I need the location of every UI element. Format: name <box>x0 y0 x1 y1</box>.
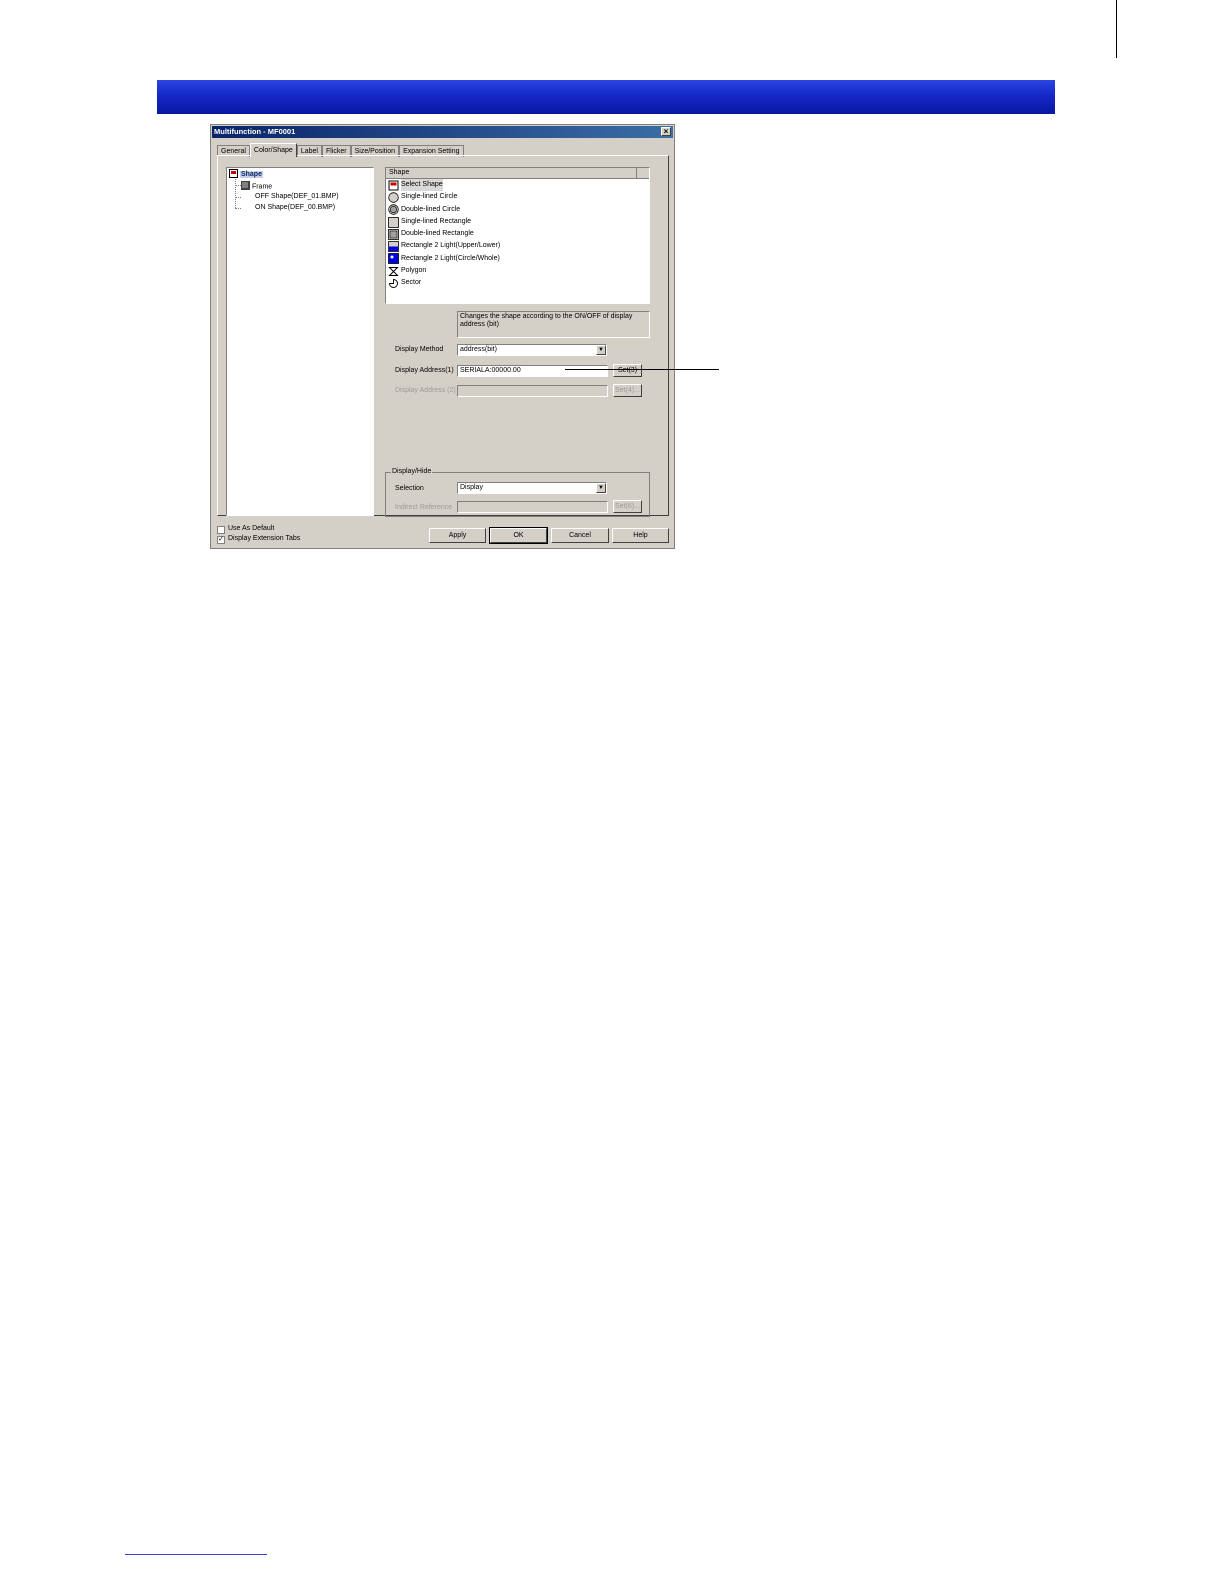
shape-listbox[interactable]: Shape Select Shape Single-lined Circle D… <box>385 167 650 304</box>
list-item-label: Sector <box>401 279 422 287</box>
indirect-reference-input[interactable] <box>457 501 608 513</box>
list-item-label: Polygon <box>401 267 427 275</box>
list-item[interactable]: Single-lined Circle <box>386 191 649 203</box>
display-method-label: Display Method <box>395 346 444 353</box>
list-item-label: Single-lined Rectangle <box>401 217 472 225</box>
list-item-label: Rectangle 2 Light(Upper/Lower) <box>401 242 501 250</box>
footer-rule <box>125 1554 267 1555</box>
select-shape-icon <box>388 180 399 191</box>
list-item[interactable]: Rectangle 2 Light(Circle/Whole) <box>386 253 649 265</box>
tree-connector <box>235 197 241 198</box>
display-extension-tabs-checkbox[interactable]: ✓ <box>217 536 225 544</box>
list-item[interactable]: Sector <box>386 277 649 289</box>
close-icon: × <box>663 127 669 136</box>
list-item[interactable]: Rectangle 2 Light(Upper/Lower) <box>386 240 649 253</box>
double-rectangle-icon <box>388 228 399 240</box>
display-method-value: address(bit) <box>460 346 497 353</box>
ok-button[interactable]: OK <box>489 527 548 544</box>
display-address-1-label: Display Address(1) <box>395 367 454 374</box>
display-extension-tabs-label: Display Extension Tabs <box>228 535 301 542</box>
list-item-label: Single-lined Circle <box>401 193 458 201</box>
list-item[interactable]: Double-lined Circle <box>386 204 649 216</box>
description-box: Changes the shape according to the ON/OF… <box>457 311 650 338</box>
set-address-1-button[interactable]: Set(3) <box>613 364 642 377</box>
display-address-1-input[interactable]: SERIALA:00000.00 <box>457 365 608 377</box>
selection-value: Display <box>460 484 483 491</box>
header-banner <box>157 80 1055 114</box>
close-button[interactable]: × <box>661 127 671 136</box>
list-item-label: Double-lined Rectangle <box>401 230 474 238</box>
dialog-title: Multifunction - MF0001 <box>214 127 296 136</box>
tree-item-off-shape-label: OFF Shape(DEF_01.BMP) <box>255 193 339 200</box>
chevron-down-icon[interactable]: ▼ <box>596 345 606 355</box>
double-circle-icon <box>388 204 399 215</box>
list-item-label: Select Shape <box>401 179 443 192</box>
display-method-select[interactable]: address(bit) ▼ <box>457 344 607 356</box>
shape-node-icon <box>229 169 238 180</box>
single-circle-icon <box>388 192 399 203</box>
list-item[interactable]: Select Shape <box>386 179 649 192</box>
shape-list-header[interactable]: Shape <box>386 168 649 179</box>
shape-tree[interactable]: Shape Frame OFF Shape(DEF_01.BMP) ON Sha… <box>226 167 374 516</box>
rect-2-light-circle-whole-icon <box>388 253 399 265</box>
tab-color-shape[interactable]: Color/Shape <box>249 143 297 157</box>
cancel-button[interactable]: Cancel <box>551 528 609 543</box>
use-as-default-label: Use As Default <box>228 525 275 532</box>
tree-connector <box>235 208 241 209</box>
tree-item-on-shape-label: ON Shape(DEF_00.BMP) <box>255 204 336 211</box>
selection-select[interactable]: Display ▼ <box>457 482 607 494</box>
shape-list-header-label: Shape <box>389 169 410 176</box>
list-item-label: Double-lined Circle <box>401 205 461 213</box>
display-address-2-input[interactable] <box>457 385 608 397</box>
multifunction-dialog: Multifunction - MF0001 × General Color/S… <box>210 124 675 549</box>
list-item-label: Rectangle 2 Light(Circle/Whole) <box>401 254 500 262</box>
check-icon: ✓ <box>218 536 224 543</box>
set-address-2-button[interactable]: Set(4)... <box>613 384 642 397</box>
tree-connector <box>235 179 236 208</box>
single-rectangle-icon <box>388 216 399 228</box>
tree-item-off-shape[interactable]: OFF Shape(DEF_01.BMP) <box>255 193 339 200</box>
tree-item-on-shape[interactable]: ON Shape(DEF_00.BMP) <box>255 204 335 211</box>
use-as-default-checkbox[interactable] <box>217 526 225 534</box>
list-item[interactable]: Double-lined Rectangle <box>386 228 649 240</box>
sector-icon <box>388 278 399 289</box>
frame-icon <box>241 181 250 192</box>
list-item[interactable]: Polygon <box>386 265 649 277</box>
polygon-icon <box>388 266 399 277</box>
tree-item-shape[interactable]: Shape <box>229 169 263 180</box>
set-indirect-button[interactable]: Set(6)... <box>613 500 642 513</box>
header-separator <box>636 168 637 178</box>
chevron-down-icon[interactable]: ▼ <box>596 483 606 493</box>
dialog-titlebar: Multifunction - MF0001 × <box>212 126 673 138</box>
tree-item-shape-label: Shape <box>239 171 263 179</box>
list-item[interactable]: Single-lined Rectangle <box>386 216 649 228</box>
rect-2-light-upper-lower-icon <box>388 241 399 253</box>
callout-line <box>565 369 719 370</box>
tree-item-frame-label: Frame <box>251 183 273 191</box>
indirect-reference-label: Indirect Reference <box>395 504 453 511</box>
display-hide-group-title: Display/Hide <box>391 468 433 475</box>
tree-item-frame[interactable]: Frame <box>241 181 272 192</box>
help-button[interactable]: Help <box>612 528 669 543</box>
selection-label: Selection <box>395 485 424 492</box>
top-right-vertical-rule <box>1116 0 1117 58</box>
apply-button[interactable]: Apply <box>429 528 486 543</box>
display-address-2-label: Display Address (2) <box>395 387 456 394</box>
